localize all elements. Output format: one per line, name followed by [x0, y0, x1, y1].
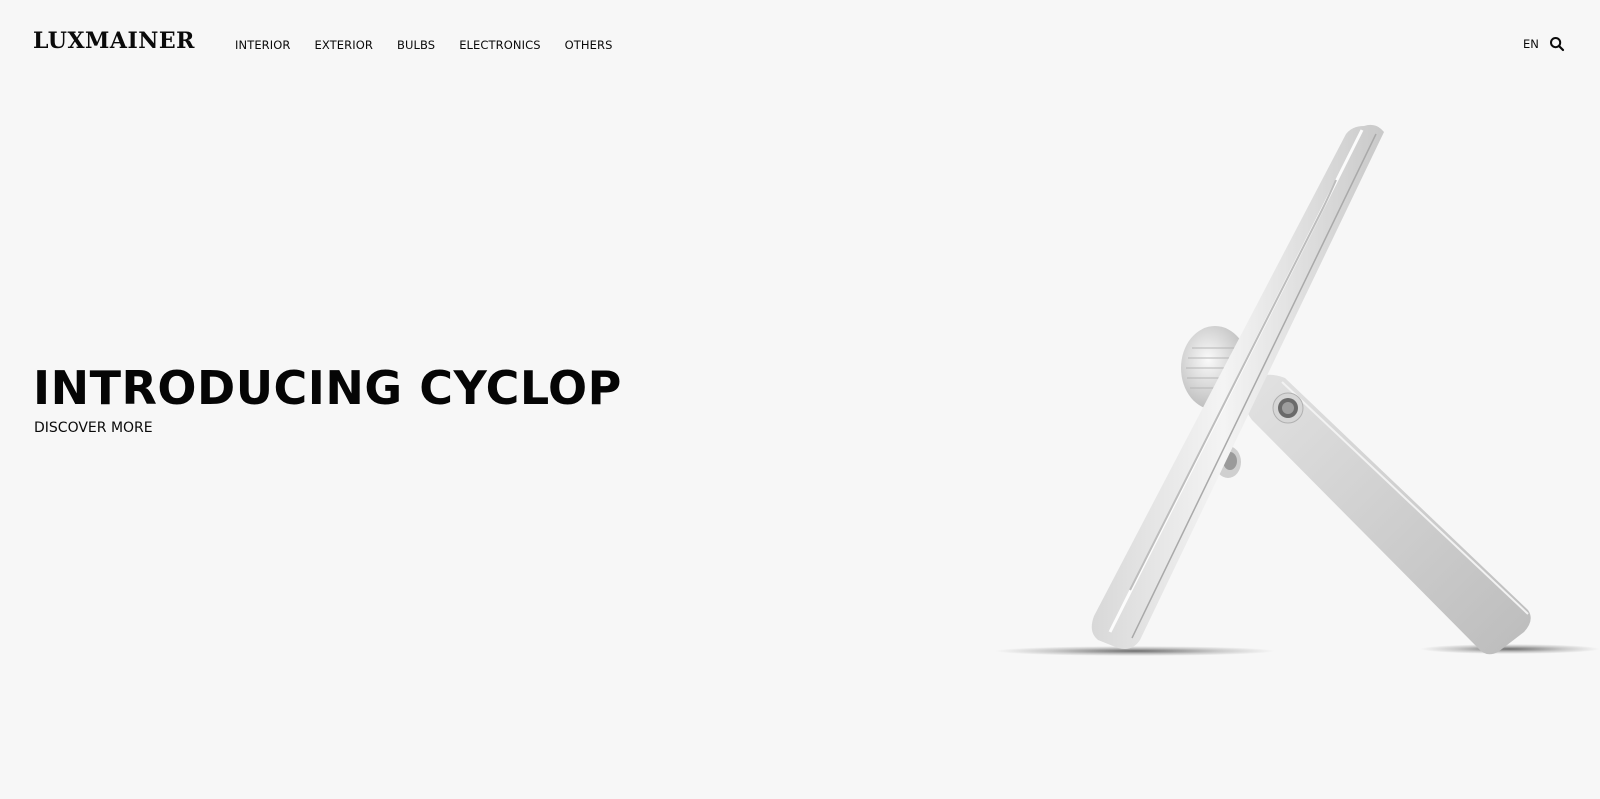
nav-link-others[interactable]: OTHERS [565, 38, 613, 52]
nav-link-bulbs[interactable]: BULBS [397, 38, 435, 52]
nav-item-exterior: EXTERIOR [315, 34, 373, 53]
discover-more-link[interactable]: DISCOVER MORE [34, 419, 153, 437]
floodlight-product-image [995, 124, 1600, 656]
nav-link-interior[interactable]: INTERIOR [235, 38, 291, 52]
hero-title: INTRODUCING CYCLOP [33, 361, 622, 415]
site-header: LUXMAINER INTERIOR EXTERIOR BULBS ELECTR… [0, 0, 1600, 86]
language-switcher[interactable]: EN [1523, 36, 1539, 52]
nav-link-electronics[interactable]: ELECTRONICS [459, 38, 540, 52]
main-nav: INTERIOR EXTERIOR BULBS ELECTRONICS OTHE… [235, 34, 613, 53]
nav-item-electronics: ELECTRONICS [459, 34, 540, 53]
nav-link-exterior[interactable]: EXTERIOR [315, 38, 373, 52]
nav-item-bulbs: BULBS [397, 34, 435, 53]
nav-item-others: OTHERS [565, 34, 613, 53]
site-logo[interactable]: LUXMAINER [33, 28, 195, 54]
search-button[interactable] [1549, 36, 1565, 52]
nav-item-interior: INTERIOR [235, 34, 291, 53]
search-icon [1550, 37, 1565, 52]
